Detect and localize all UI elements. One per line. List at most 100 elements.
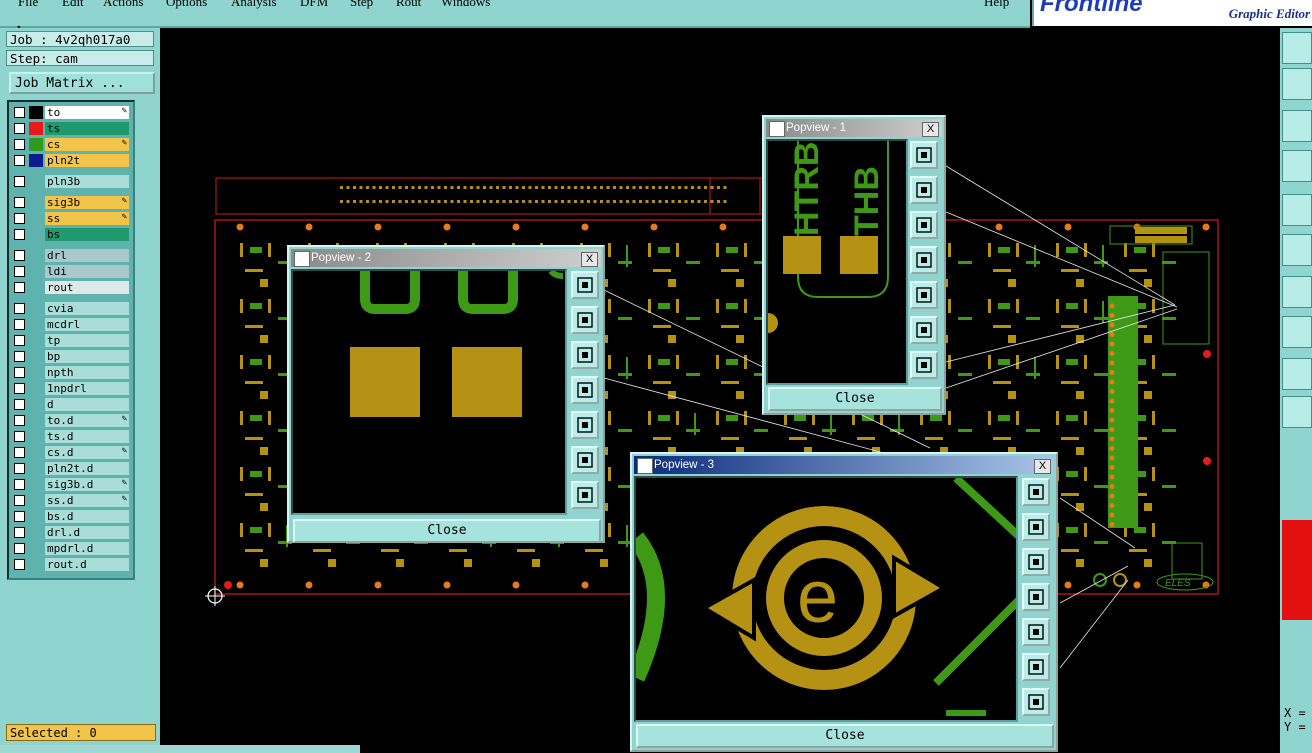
layer-checkbox[interactable] <box>14 155 25 166</box>
layer-checkbox[interactable] <box>14 266 25 277</box>
popview-3-close-x[interactable]: X <box>1034 459 1051 474</box>
layer-name[interactable]: bs <box>45 228 129 241</box>
layer-checkbox[interactable] <box>14 479 25 490</box>
layer-name[interactable]: 1npdrl <box>45 382 129 395</box>
layer-row[interactable]: bs.d <box>12 510 130 524</box>
layer-row[interactable]: mcdrl <box>12 318 130 332</box>
popview-2-viewport[interactable] <box>291 269 567 515</box>
zoom-fit-icon[interactable] <box>1282 32 1312 64</box>
layer-checkbox[interactable] <box>14 351 25 362</box>
layer-name[interactable]: bs.d <box>45 510 129 523</box>
zoom-out-icon[interactable] <box>910 351 938 379</box>
layer-row[interactable]: ts.d <box>12 430 130 444</box>
gear-icon[interactable] <box>1282 194 1312 226</box>
popview-3-titlebar[interactable]: Popview - 3 X <box>634 456 1054 474</box>
layer-name[interactable]: ldi <box>45 265 129 278</box>
layer-checkbox[interactable] <box>14 527 25 538</box>
popview-1-close-x[interactable]: X <box>922 122 939 137</box>
layer-row[interactable]: bs <box>12 228 130 242</box>
layer-checkbox[interactable] <box>14 543 25 554</box>
menu-dfm[interactable]: DFM <box>300 0 328 10</box>
menu-rout[interactable]: Rout <box>396 0 421 10</box>
layer-name[interactable]: ss <box>45 212 129 225</box>
layer-checkbox[interactable] <box>14 559 25 570</box>
layer-name[interactable]: rout.d <box>45 558 129 571</box>
zoom-out-icon[interactable] <box>1022 688 1050 716</box>
layer-row[interactable]: drl <box>12 249 130 263</box>
pan-down-icon[interactable] <box>571 341 599 369</box>
layer-checkbox[interactable] <box>14 511 25 522</box>
layer-icon[interactable] <box>1282 316 1312 348</box>
menu-step[interactable]: Step <box>350 0 373 10</box>
layer-checkbox[interactable] <box>14 229 25 240</box>
layer-name[interactable]: npth <box>45 366 129 379</box>
layer-row[interactable]: sig3b.d ✎ <box>12 478 130 492</box>
window-icon[interactable] <box>1282 68 1312 100</box>
layer-name[interactable]: cs <box>45 138 129 151</box>
layer-checkbox[interactable] <box>14 107 25 118</box>
pan-up-icon[interactable] <box>1022 513 1050 541</box>
menu-windows[interactable]: Windows <box>441 0 490 10</box>
layer-row[interactable]: pln3b <box>12 175 130 189</box>
popview-1-viewport[interactable]: HTRB THB <box>766 139 908 385</box>
layer-checkbox[interactable] <box>14 139 25 150</box>
menu-edit[interactable]: Edit <box>62 0 84 10</box>
popview-1-titlebar[interactable]: Popview - 1 X <box>766 119 942 137</box>
layer-checkbox[interactable] <box>14 197 25 208</box>
layer-name[interactable]: mcdrl <box>45 318 129 331</box>
pan-right-icon[interactable] <box>1022 618 1050 646</box>
layer-name[interactable]: drl.d <box>45 526 129 539</box>
popview-2-titlebar[interactable]: Popview - 2 X <box>291 249 601 267</box>
layer-checkbox[interactable] <box>14 303 25 314</box>
pan-left-icon[interactable] <box>910 246 938 274</box>
zoom-home-icon[interactable] <box>1022 478 1050 506</box>
layer-row[interactable]: ss ✎ <box>12 212 130 226</box>
layer-name[interactable]: tp <box>45 334 129 347</box>
layer-row[interactable]: ts <box>12 122 130 136</box>
layer-row[interactable]: to.d ✎ <box>12 414 130 428</box>
layer-checkbox[interactable] <box>14 282 25 293</box>
zoom-out-icon[interactable] <box>571 481 599 509</box>
layer-name[interactable]: bp <box>45 350 129 363</box>
pan-left-icon[interactable] <box>1022 583 1050 611</box>
layer-row[interactable]: cs ✎ <box>12 138 130 152</box>
layer-row[interactable]: cvia <box>12 302 130 316</box>
popview-1-close-button[interactable]: Close <box>768 387 942 411</box>
layer-checkbox[interactable] <box>14 319 25 330</box>
layer-row[interactable]: 1npdrl <box>12 382 130 396</box>
layer-name[interactable]: cvia <box>45 302 129 315</box>
layer-checkbox[interactable] <box>14 447 25 458</box>
layer-name[interactable]: ss.d <box>45 494 129 507</box>
menu-options[interactable]: Options <box>166 0 207 10</box>
pan-left-icon[interactable] <box>571 376 599 404</box>
layer-checkbox[interactable] <box>14 399 25 410</box>
popview-2-close-button[interactable]: Close <box>293 519 601 543</box>
zoom-in-icon[interactable] <box>910 316 938 344</box>
menu-actions[interactable]: Actions <box>103 0 143 10</box>
layer-row[interactable]: rout <box>12 281 130 295</box>
layer-row[interactable]: pln2t.d <box>12 462 130 476</box>
measure-icon[interactable] <box>1282 150 1312 182</box>
layer-name[interactable]: drl <box>45 249 129 262</box>
zoom-home-icon[interactable] <box>910 141 938 169</box>
layer-checkbox[interactable] <box>14 383 25 394</box>
layer-row[interactable]: ldi <box>12 265 130 279</box>
popview-2-close-x[interactable]: X <box>581 252 598 267</box>
net-icon[interactable] <box>1282 234 1312 266</box>
layer-checkbox[interactable] <box>14 495 25 506</box>
layer-checkbox[interactable] <box>14 176 25 187</box>
zoom-in-icon[interactable] <box>571 446 599 474</box>
menu-analysis[interactable]: Analysis <box>231 0 277 10</box>
layer-checkbox[interactable] <box>14 213 25 224</box>
menu-help[interactable]: Help <box>984 0 1009 10</box>
job-matrix-button[interactable]: Job Matrix ... <box>9 72 155 94</box>
graph-icon[interactable] <box>1282 276 1312 308</box>
layer-row[interactable]: npth <box>12 366 130 380</box>
layer-checkbox[interactable] <box>14 250 25 261</box>
layer-name[interactable]: cs.d <box>45 446 129 459</box>
popview-3-close-button[interactable]: Close <box>636 724 1054 748</box>
pan-up-icon[interactable] <box>910 176 938 204</box>
menu-file[interactable]: File <box>18 0 38 10</box>
pan-icon[interactable] <box>1282 110 1312 142</box>
layer-checkbox[interactable] <box>14 415 25 426</box>
